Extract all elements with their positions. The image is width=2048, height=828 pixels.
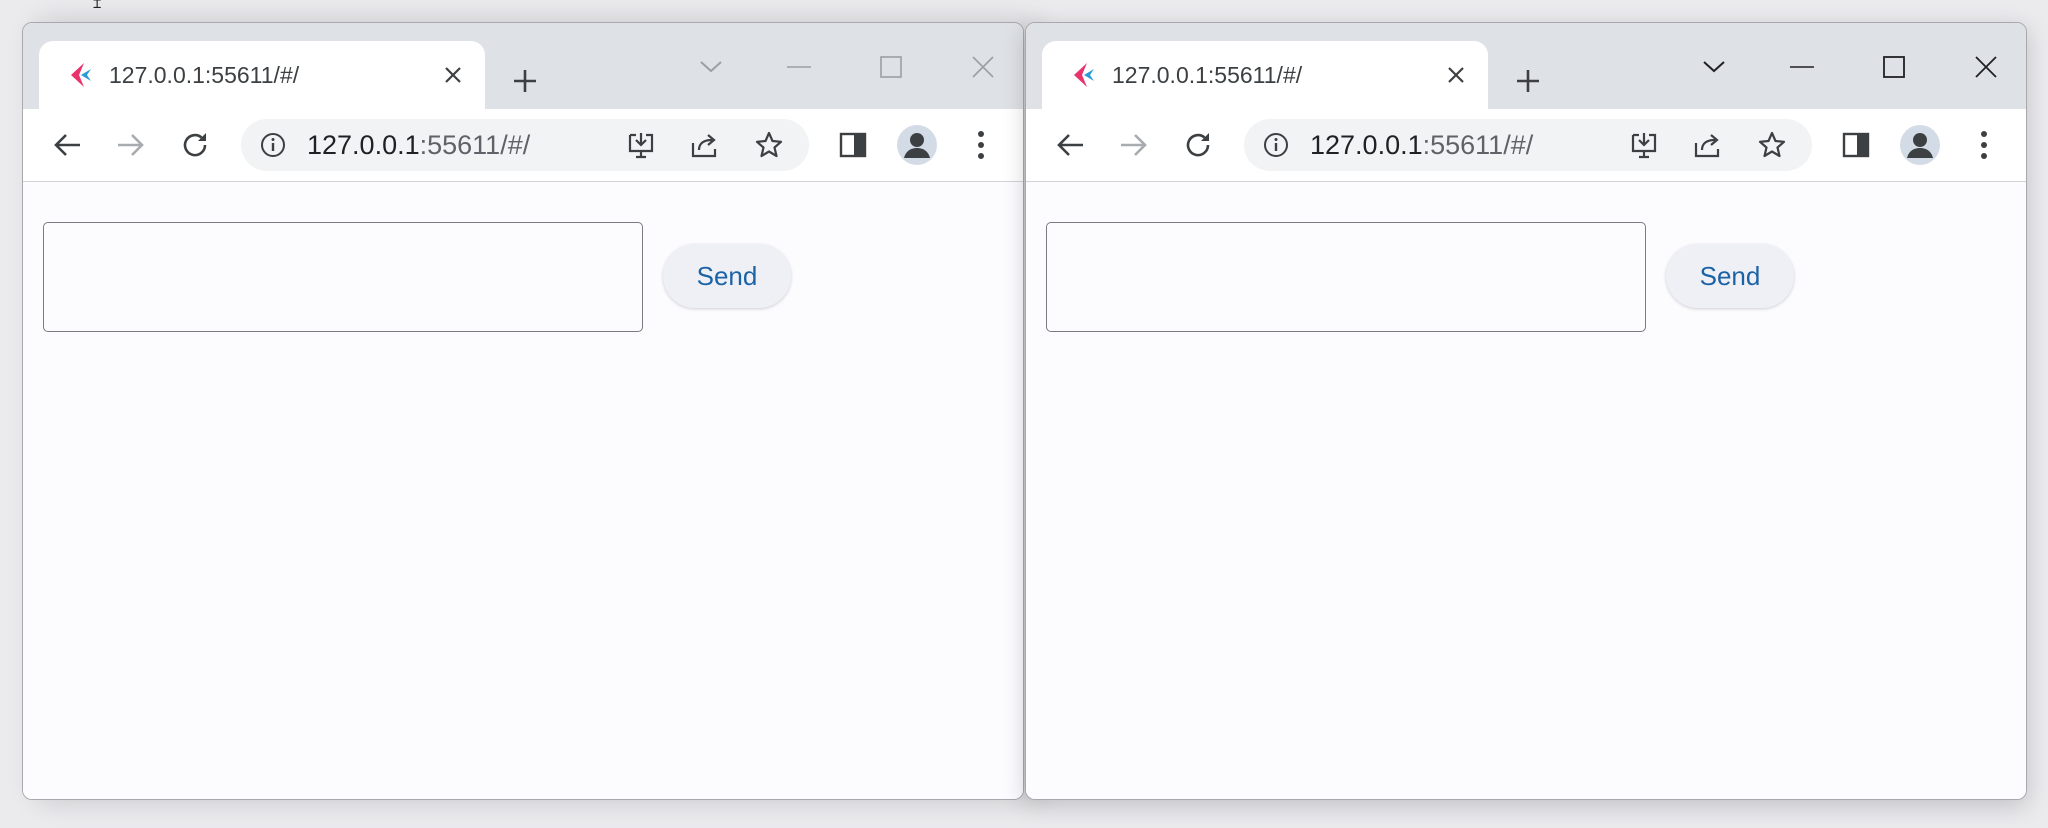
url-host: 127.0.0.1 <box>307 130 420 160</box>
url-path: :55611/#/ <box>1422 130 1534 160</box>
tab-close-icon[interactable] <box>1440 59 1472 91</box>
close-icon[interactable] <box>1958 43 2014 91</box>
active-tab[interactable]: 127.0.0.1:55611/#/ <box>39 41 485 109</box>
favicon-icon <box>1070 61 1098 89</box>
active-tab[interactable]: 127.0.0.1:55611/#/ <box>1042 41 1488 109</box>
maximize-icon[interactable] <box>863 43 919 91</box>
close-icon[interactable] <box>955 43 1011 91</box>
address-bar[interactable]: 127.0.0.1:55611/#/ <box>1244 119 1812 171</box>
tab-strip: 127.0.0.1:55611/#/ <box>23 23 1023 109</box>
forward-arrow-right-icon[interactable] <box>1110 121 1158 169</box>
message-input[interactable] <box>43 222 643 332</box>
tab-strip: 127.0.0.1:55611/#/ <box>1026 23 2026 109</box>
reload-icon[interactable] <box>1174 121 1222 169</box>
back-arrow-left-icon[interactable] <box>43 121 91 169</box>
address-url[interactable]: 127.0.0.1:55611/#/ <box>307 130 530 160</box>
message-input[interactable] <box>1046 222 1646 332</box>
url-host: 127.0.0.1 <box>1310 130 1423 160</box>
kebab-menu-icon[interactable] <box>1960 121 2008 169</box>
profile-avatar[interactable] <box>893 121 941 169</box>
share-icon[interactable] <box>1692 129 1724 161</box>
site-info-icon[interactable] <box>259 131 287 159</box>
favicon-icon <box>67 61 95 89</box>
forward-arrow-right-icon[interactable] <box>107 121 155 169</box>
page-content: Send <box>1026 182 2026 799</box>
new-tab-plus-icon[interactable] <box>1504 59 1552 103</box>
toolbar: 127.0.0.1:55611/#/ <box>23 109 1023 182</box>
profile-icon <box>897 125 937 165</box>
back-arrow-left-icon[interactable] <box>1046 121 1094 169</box>
send-button[interactable]: Send <box>663 244 791 308</box>
tab-title: 127.0.0.1:55611/#/ <box>109 62 300 88</box>
address-bar[interactable]: 127.0.0.1:55611/#/ <box>241 119 809 171</box>
page-content: Send <box>23 182 1023 799</box>
share-icon[interactable] <box>689 129 721 161</box>
address-url[interactable]: 127.0.0.1:55611/#/ <box>1310 130 1533 160</box>
url-path: :55611/#/ <box>419 130 531 160</box>
maximize-icon[interactable] <box>1866 43 1922 91</box>
minimize-icon[interactable] <box>1774 43 1830 91</box>
new-tab-plus-icon[interactable] <box>501 59 549 103</box>
star-icon[interactable] <box>1756 129 1788 161</box>
send-button[interactable]: Send <box>1666 244 1794 308</box>
minimize-icon[interactable] <box>771 43 827 91</box>
toolbar: 127.0.0.1:55611/#/ <box>1026 109 2026 182</box>
tab-search-chevron-down-icon[interactable] <box>683 43 739 91</box>
tab-search-chevron-down-icon[interactable] <box>1686 43 1742 91</box>
star-icon[interactable] <box>753 129 785 161</box>
profile-icon <box>1900 125 1940 165</box>
install-icon[interactable] <box>1628 129 1660 161</box>
tab-close-icon[interactable] <box>437 59 469 91</box>
browser-window-1: 127.0.0.1:55611/#/ 127.0.0.1:55611/#/ Se… <box>22 22 1024 800</box>
desktop: ⌶ 127.0.0.1:55611/#/ 127.0.0.1:55611/#/ … <box>0 0 2048 828</box>
profile-avatar[interactable] <box>1896 121 1944 169</box>
side-panel-icon[interactable] <box>1832 121 1880 169</box>
browser-window-2: 127.0.0.1:55611/#/ 127.0.0.1:55611/#/ Se… <box>1025 22 2027 800</box>
tab-title: 127.0.0.1:55611/#/ <box>1112 62 1303 88</box>
text-cursor-glyph: ⌶ <box>93 0 102 12</box>
site-info-icon[interactable] <box>1262 131 1290 159</box>
reload-icon[interactable] <box>171 121 219 169</box>
kebab-menu-icon[interactable] <box>957 121 1005 169</box>
install-icon[interactable] <box>625 129 657 161</box>
side-panel-icon[interactable] <box>829 121 877 169</box>
